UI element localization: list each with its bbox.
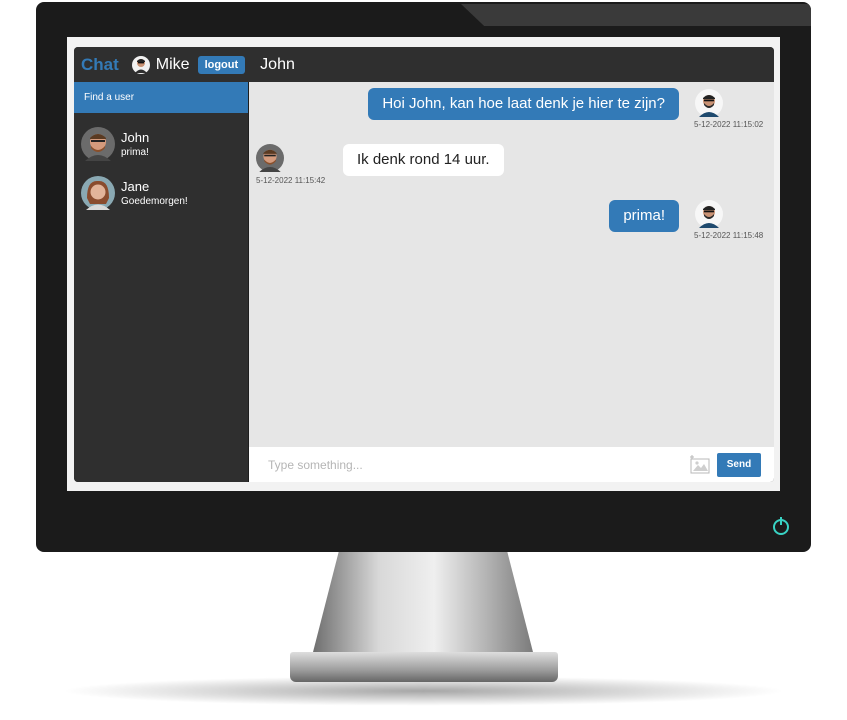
conversation-title: John <box>260 55 295 73</box>
sidebar-user-name: Jane <box>121 178 150 194</box>
send-button[interactable]: Send <box>717 452 761 477</box>
monitor-stand-base <box>290 652 558 682</box>
message-timestamp: 5-12-2022 11:15:42 <box>256 176 326 185</box>
message-input[interactable] <box>266 456 675 473</box>
message-timestamp: 5-12-2022 11:15:48 <box>694 231 764 240</box>
sidebar-user-jane[interactable]: Jane Goedemorgen! <box>74 168 248 217</box>
current-user-name: Mike <box>155 55 190 73</box>
top-bar: Chat Mike logout John <box>74 47 774 82</box>
power-icon[interactable] <box>773 517 789 535</box>
user-avatar <box>131 55 150 74</box>
avatar <box>81 175 115 210</box>
sidebar-user-john[interactable]: John prima! <box>74 119 248 168</box>
composer: Send <box>249 447 774 482</box>
conversation-panel: Hoi John, kan hoe laat denk je hier te z… <box>249 82 774 447</box>
sidebar: Find a user John prima! Jane Goedemorgen… <box>74 82 249 482</box>
message-bubble-outgoing: prima! <box>609 200 679 232</box>
sidebar-user-last-message: Goedemorgen! <box>121 195 188 207</box>
find-user-button[interactable]: Find a user <box>74 82 248 113</box>
avatar <box>81 126 115 161</box>
brand-title: Chat <box>81 54 119 74</box>
avatar <box>695 89 723 117</box>
message-timestamp: 5-12-2022 11:15:02 <box>694 120 764 129</box>
avatar <box>695 200 723 228</box>
logout-button[interactable]: logout <box>197 55 246 74</box>
monitor-bezel-highlight <box>461 4 811 26</box>
avatar <box>256 144 284 172</box>
sidebar-user-last-message: prima! <box>121 146 149 158</box>
monitor-stand-neck <box>312 552 534 656</box>
message-bubble-outgoing: Hoi John, kan hoe laat denk je hier te z… <box>368 88 679 120</box>
chat-app: Chat Mike logout John Find a user John p… <box>74 47 774 482</box>
sidebar-user-name: John <box>121 129 150 145</box>
image-icon[interactable] <box>689 454 711 475</box>
message-bubble-incoming: Ik denk rond 14 uur. <box>343 144 504 176</box>
